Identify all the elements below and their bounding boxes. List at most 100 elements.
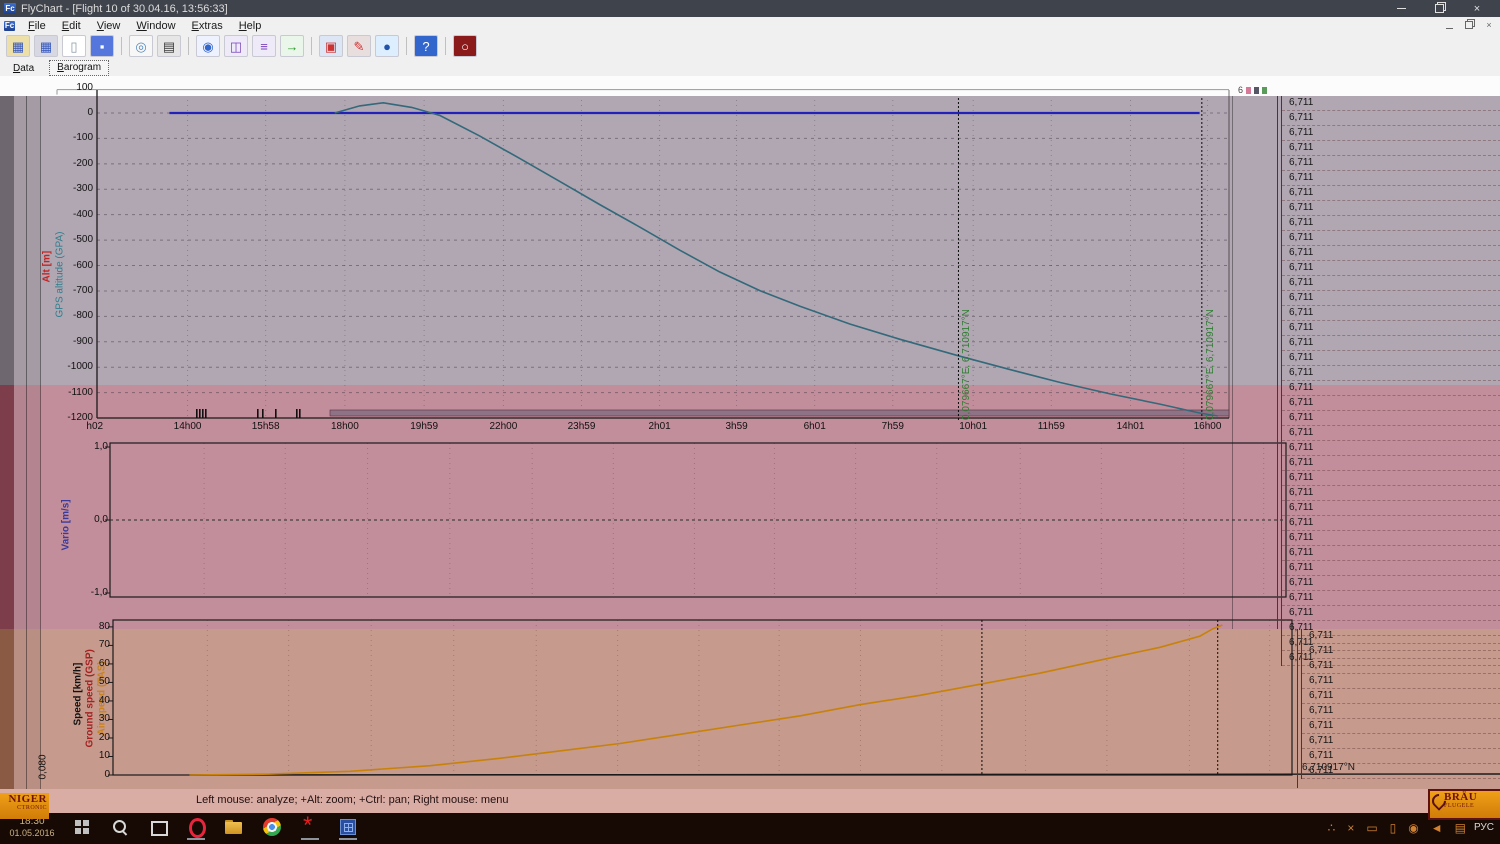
speed-y-tick: 30 bbox=[60, 713, 110, 724]
restore-button[interactable] bbox=[1420, 0, 1458, 17]
data-row-value: 6,711 bbox=[1282, 411, 1500, 426]
coordinate-readout: 6,710917°N bbox=[1302, 762, 1355, 773]
menu-window[interactable]: Window bbox=[128, 19, 183, 33]
data-column-border bbox=[1277, 96, 1278, 629]
brauniger-logo-right: BRÄU FLUGELE bbox=[1428, 789, 1500, 820]
battery-icon[interactable]: ▯ bbox=[1390, 820, 1397, 836]
new-flight-icon-glyph: ▯ bbox=[70, 40, 77, 53]
new-flight-icon[interactable]: ▯ bbox=[62, 35, 86, 57]
data-row-value: 6,711 bbox=[1302, 659, 1500, 674]
view-tabs: Data Barogram bbox=[0, 58, 1500, 77]
opera-tray-icon[interactable]: ◉ bbox=[1408, 820, 1418, 836]
chrome-icon[interactable] bbox=[262, 817, 282, 837]
data-row-value: 6,711 bbox=[1282, 606, 1500, 621]
opera-icon[interactable] bbox=[186, 817, 206, 837]
menu-file[interactable]: File bbox=[20, 19, 54, 33]
file-explorer-icon[interactable] bbox=[224, 817, 244, 837]
altitude-y-tick: 100 bbox=[43, 82, 93, 93]
time-x-tick: 14h01 bbox=[1101, 421, 1161, 432]
tile-windows-icon[interactable]: ≡ bbox=[252, 35, 276, 57]
task-view-icon[interactable] bbox=[148, 817, 168, 837]
altitude-y-tick: -600 bbox=[43, 260, 93, 271]
cascade-windows-icon[interactable]: ◫ bbox=[224, 35, 248, 57]
zoom-flight-icon[interactable]: ◉ bbox=[196, 35, 220, 57]
altitude-y-tick: -300 bbox=[43, 183, 93, 194]
minimize-button[interactable] bbox=[1382, 0, 1420, 17]
logo-text: FLUGELE bbox=[1444, 803, 1500, 810]
toolbar-separator bbox=[121, 37, 122, 55]
time-x-tick: 3h59 bbox=[707, 421, 767, 432]
restore-glyph bbox=[1465, 21, 1473, 29]
open-flight-database-icon[interactable]: ▦ bbox=[6, 35, 30, 57]
speed-y-tick: 80 bbox=[60, 621, 110, 632]
tray-close-icon[interactable]: × bbox=[1347, 820, 1354, 836]
data-row-value: 6,711 bbox=[1302, 629, 1500, 644]
header-chip bbox=[1254, 87, 1259, 94]
data-row-value: 6,711 bbox=[1302, 644, 1500, 659]
exit-icon[interactable]: ○ bbox=[453, 35, 477, 57]
time-x-tick: 6h01 bbox=[785, 421, 845, 432]
menu-extras[interactable]: Extras bbox=[184, 19, 231, 33]
open-flight-database-icon-glyph: ▦ bbox=[12, 40, 24, 53]
volume-icon[interactable]: ◄ bbox=[1431, 820, 1443, 836]
google-earth-icon-glyph: ● bbox=[383, 40, 391, 53]
taskbar-clock[interactable]: 18:30 01.05.2016 bbox=[6, 816, 58, 839]
device-edit-icon[interactable]: ✎ bbox=[347, 35, 371, 57]
menu-view[interactable]: View bbox=[89, 19, 129, 33]
save-icon[interactable]: ▪ bbox=[90, 35, 114, 57]
status-hint-text: Left mouse: analyze; +Alt: zoom; +Ctrl: … bbox=[196, 794, 508, 806]
altitude-y-tick: -800 bbox=[43, 310, 93, 321]
print-preview-icon[interactable]: ◎ bbox=[129, 35, 153, 57]
menu-help[interactable]: Help bbox=[231, 19, 270, 33]
zoom-flight-icon-glyph: ◉ bbox=[202, 40, 213, 53]
start-button[interactable] bbox=[72, 817, 92, 837]
data-row-value: 6,711 bbox=[1282, 321, 1500, 336]
close-button[interactable]: × bbox=[1482, 19, 1496, 31]
header-chip bbox=[1246, 87, 1251, 94]
search-icon[interactable] bbox=[110, 817, 130, 837]
data-row-value: 6,711 bbox=[1282, 531, 1500, 546]
help-icon[interactable]: ? bbox=[414, 35, 438, 57]
action-center-icon[interactable]: ▤ bbox=[1455, 820, 1466, 836]
speed-y-tick: 60 bbox=[60, 658, 110, 669]
display-icon[interactable]: ▭ bbox=[1366, 820, 1377, 836]
menu-edit[interactable]: Edit bbox=[54, 19, 89, 33]
red-app-icon[interactable] bbox=[300, 817, 320, 837]
time-x-tick: 11h59 bbox=[1021, 421, 1081, 432]
altitude-y-tick: -1000 bbox=[43, 361, 93, 372]
blue-app-icon[interactable] bbox=[338, 817, 358, 837]
print-icon[interactable]: ▤ bbox=[157, 35, 181, 57]
mdi-child-icon[interactable]: Fc bbox=[4, 21, 15, 31]
export-flight-icon[interactable]: → bbox=[280, 35, 304, 57]
minimize-glyph bbox=[1397, 8, 1406, 9]
data-row-value: 6,711 bbox=[1282, 516, 1500, 531]
restore-button[interactable] bbox=[1462, 19, 1476, 31]
data-row-value: 6,711 bbox=[1282, 471, 1500, 486]
minimize-button[interactable] bbox=[1442, 19, 1456, 31]
time-x-tick: 10h01 bbox=[943, 421, 1003, 432]
time-x-tick: 15h58 bbox=[236, 421, 296, 432]
exit-icon-glyph: ○ bbox=[461, 40, 469, 53]
mdi-window-controls: × bbox=[1442, 19, 1496, 31]
window-title: FlyChart - [Flight 10 of 30.04.16, 13:56… bbox=[21, 3, 228, 15]
menu-items: FileEditViewWindowExtrasHelp bbox=[20, 19, 269, 33]
corner-value-label: 0,080 bbox=[38, 746, 49, 780]
close-button[interactable]: × bbox=[1458, 0, 1496, 17]
google-earth-icon[interactable]: ● bbox=[375, 35, 399, 57]
read-device-icon[interactable]: ▦ bbox=[34, 35, 58, 57]
altitude-y-tick: -900 bbox=[43, 336, 93, 347]
data-column-upper[interactable]: 6,7116,7116,7116,7116,7116,7116,7116,711… bbox=[1281, 96, 1500, 666]
data-column-lower[interactable]: 6,7116,7116,7116,7116,7116,7116,7116,711… bbox=[1301, 629, 1500, 779]
language-indicator[interactable]: РУС bbox=[1474, 822, 1494, 833]
tab-barogram[interactable]: Barogram bbox=[49, 60, 109, 76]
hidden-icons[interactable]: ∴ bbox=[1328, 820, 1336, 836]
analyze-screen-icon[interactable]: ▣ bbox=[319, 35, 343, 57]
gps-altitude-curve bbox=[335, 103, 1218, 416]
title-bar: Fc FlyChart - [Flight 10 of 30.04.16, 13… bbox=[0, 0, 1500, 17]
speed-y-tick: 50 bbox=[60, 676, 110, 687]
tab-data[interactable]: Data bbox=[6, 62, 41, 76]
analysis-marker-label: 0,079667°E, 6,710917°N bbox=[961, 309, 972, 420]
help-icon-glyph: ? bbox=[422, 40, 429, 53]
barogram-charts[interactable] bbox=[0, 84, 1500, 790]
altitude-y-tick: -500 bbox=[43, 234, 93, 245]
